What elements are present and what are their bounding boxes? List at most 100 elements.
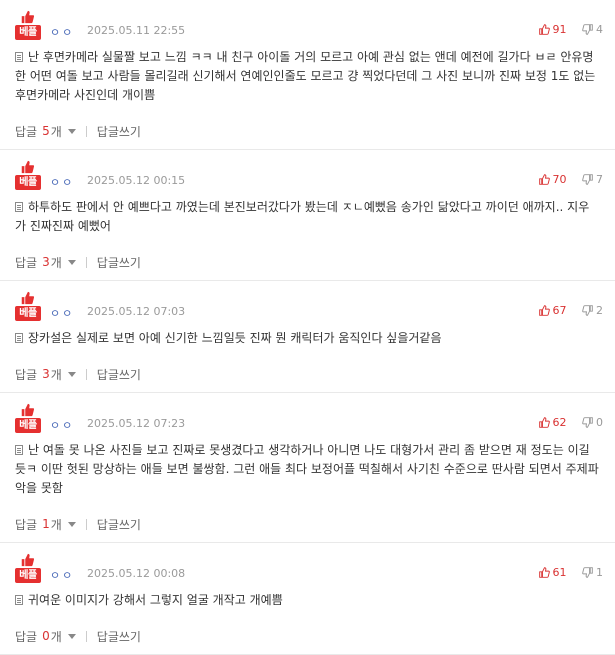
best-badge-label: 베플 xyxy=(15,568,41,583)
document-icon xyxy=(15,333,23,343)
reply-label: 답글 xyxy=(15,517,38,532)
thumbs-up-icon xyxy=(21,553,34,567)
comment-header: 베플 ㅇㅇ 2025.05.12 00:15 70 7 xyxy=(15,160,603,198)
thumbs-up-icon xyxy=(538,567,550,578)
comment-date: 2025.05.12 00:08 xyxy=(87,567,186,580)
comment-date: 2025.05.12 07:03 xyxy=(87,305,186,318)
comment-text: 하투하도 판에서 안 예쁘다고 까였는데 본진보러갔다가 봤는데 ㅈㄴ예뻤음 송… xyxy=(15,200,590,233)
vote-group: 70 7 xyxy=(527,173,603,188)
downvote-count: 0 xyxy=(596,416,603,429)
comment-header: 베플 ㅇㅇ 2025.05.12 00:08 61 1 xyxy=(15,553,603,591)
comment-text: 귀여운 이미지가 강해서 그렇지 얼굴 개작고 개예쁨 xyxy=(28,593,283,607)
write-reply-button[interactable]: 답글쓰기 xyxy=(97,366,141,383)
thumbs-down-icon xyxy=(582,417,593,428)
comment-header: 베플 ㅇㅇ 2025.05.11 22:55 91 4 xyxy=(15,10,603,48)
best-badge-label: 베플 xyxy=(15,306,41,321)
upvote-button[interactable]: 61 xyxy=(538,566,567,579)
thumbs-up-icon xyxy=(538,305,550,316)
thumbs-down-icon xyxy=(582,567,593,578)
document-icon xyxy=(15,445,23,455)
downvote-count: 1 xyxy=(596,566,603,579)
reply-unit: 개 xyxy=(50,124,62,139)
vote-group: 67 2 xyxy=(527,304,603,319)
best-badge: 베플 xyxy=(15,553,41,589)
reply-toggle-button[interactable]: 답글 3 개 xyxy=(15,254,76,271)
author-nickname[interactable]: ㅇㅇ xyxy=(50,305,74,321)
reply-unit: 개 xyxy=(50,367,62,382)
downvote-count: 4 xyxy=(596,23,603,36)
write-reply-button[interactable]: 답글쓰기 xyxy=(97,123,141,140)
comment-footer: 답글 3 개 답글쓰기 xyxy=(15,356,603,392)
reply-unit: 개 xyxy=(50,629,62,644)
chevron-down-icon xyxy=(67,633,76,639)
comment-item: 베플 ㅇㅇ 2025.05.11 22:55 91 4 난 후면카메라 실물짤 … xyxy=(0,0,615,150)
downvote-button[interactable]: 7 xyxy=(582,173,603,186)
upvote-button[interactable]: 67 xyxy=(538,304,567,317)
thumbs-up-icon xyxy=(538,24,550,35)
best-badge: 베플 xyxy=(15,160,41,196)
downvote-button[interactable]: 4 xyxy=(582,23,603,36)
comment-item: 베플 ㅇㅇ 2025.05.12 00:08 61 1 귀여운 이미지가 강해서… xyxy=(0,543,615,655)
document-icon xyxy=(15,202,23,212)
comment-text: 장카설은 실제로 보면 아예 신기한 느낌일듯 진짜 뭔 캐릭터가 움직인다 싶… xyxy=(28,331,442,345)
thumbs-down-icon xyxy=(582,24,593,35)
upvote-button[interactable]: 91 xyxy=(538,23,567,36)
best-badge-label: 베플 xyxy=(15,418,41,433)
reply-label: 답글 xyxy=(15,367,38,382)
document-icon xyxy=(15,52,23,62)
comment-footer: 답글 0 개 답글쓰기 xyxy=(15,618,603,654)
vote-group: 61 1 xyxy=(527,566,603,581)
downvote-button[interactable]: 1 xyxy=(582,566,603,579)
comment-text: 난 여돌 못 나온 사진들 보고 진짜로 못생겼다고 생각하거나 아니면 나도 … xyxy=(15,443,599,495)
author-nickname[interactable]: ㅇㅇ xyxy=(50,24,74,40)
thumbs-up-icon xyxy=(538,417,550,428)
divider xyxy=(85,368,87,380)
reply-label: 답글 xyxy=(15,629,38,644)
upvote-count: 61 xyxy=(552,566,567,579)
chevron-down-icon xyxy=(67,259,76,265)
best-badge: 베플 xyxy=(15,291,41,327)
comment-body: 하투하도 판에서 안 예쁘다고 까였는데 본진보러갔다가 봤는데 ㅈㄴ예뻤음 송… xyxy=(15,198,603,236)
comment-list: 베플 ㅇㅇ 2025.05.11 22:55 91 4 난 후면카메라 실물짤 … xyxy=(0,0,615,655)
downvote-count: 2 xyxy=(596,304,603,317)
write-reply-button[interactable]: 답글쓰기 xyxy=(97,628,141,645)
best-badge: 베플 xyxy=(15,10,41,46)
thumbs-down-icon xyxy=(582,305,593,316)
comment-item: 베플 ㅇㅇ 2025.05.12 07:03 67 2 장카설은 실제로 보면 … xyxy=(0,281,615,393)
best-badge: 베플 xyxy=(15,403,41,439)
upvote-count: 67 xyxy=(552,304,567,317)
reply-toggle-button[interactable]: 답글 3 개 xyxy=(15,366,76,383)
write-reply-button[interactable]: 답글쓰기 xyxy=(97,516,141,533)
reply-toggle-button[interactable]: 답글 5 개 xyxy=(15,123,76,140)
comment-footer: 답글 1 개 답글쓰기 xyxy=(15,506,603,542)
write-reply-button[interactable]: 답글쓰기 xyxy=(97,254,141,271)
upvote-button[interactable]: 62 xyxy=(538,416,567,429)
comment-date: 2025.05.12 00:15 xyxy=(87,174,186,187)
comment-body: 난 후면카메라 실물짤 보고 느낌 ㅋㅋ 내 친구 아이돌 거의 모르고 아예 … xyxy=(15,48,603,105)
reply-label: 답글 xyxy=(15,124,38,139)
author-nickname[interactable]: ㅇㅇ xyxy=(50,567,74,583)
downvote-button[interactable]: 0 xyxy=(582,416,603,429)
best-badge-label: 베플 xyxy=(15,175,41,190)
comment-body: 귀여운 이미지가 강해서 그렇지 얼굴 개작고 개예쁨 xyxy=(15,591,603,610)
thumbs-up-icon xyxy=(538,174,550,185)
thumbs-down-icon xyxy=(582,174,593,185)
reply-label: 답글 xyxy=(15,255,38,270)
author-nickname[interactable]: ㅇㅇ xyxy=(50,174,74,190)
comment-header: 베플 ㅇㅇ 2025.05.12 07:03 67 2 xyxy=(15,291,603,329)
comment-text: 난 후면카메라 실물짤 보고 느낌 ㅋㅋ 내 친구 아이돌 거의 모르고 아예 … xyxy=(15,50,596,102)
comment-footer: 답글 3 개 답글쓰기 xyxy=(15,244,603,280)
reply-toggle-button[interactable]: 답글 0 개 xyxy=(15,628,76,645)
author-nickname[interactable]: ㅇㅇ xyxy=(50,417,74,433)
thumbs-up-icon xyxy=(21,403,34,417)
reply-count: 1 xyxy=(42,517,50,531)
reply-toggle-button[interactable]: 답글 1 개 xyxy=(15,516,76,533)
thumbs-up-icon xyxy=(21,291,34,305)
downvote-button[interactable]: 2 xyxy=(582,304,603,317)
vote-group: 91 4 xyxy=(527,23,603,38)
comment-item: 베플 ㅇㅇ 2025.05.12 00:15 70 7 하투하도 판에서 안 예… xyxy=(0,150,615,281)
downvote-count: 7 xyxy=(596,173,603,186)
upvote-button[interactable]: 70 xyxy=(538,173,567,186)
divider xyxy=(85,125,87,137)
comment-date: 2025.05.11 22:55 xyxy=(87,24,186,37)
